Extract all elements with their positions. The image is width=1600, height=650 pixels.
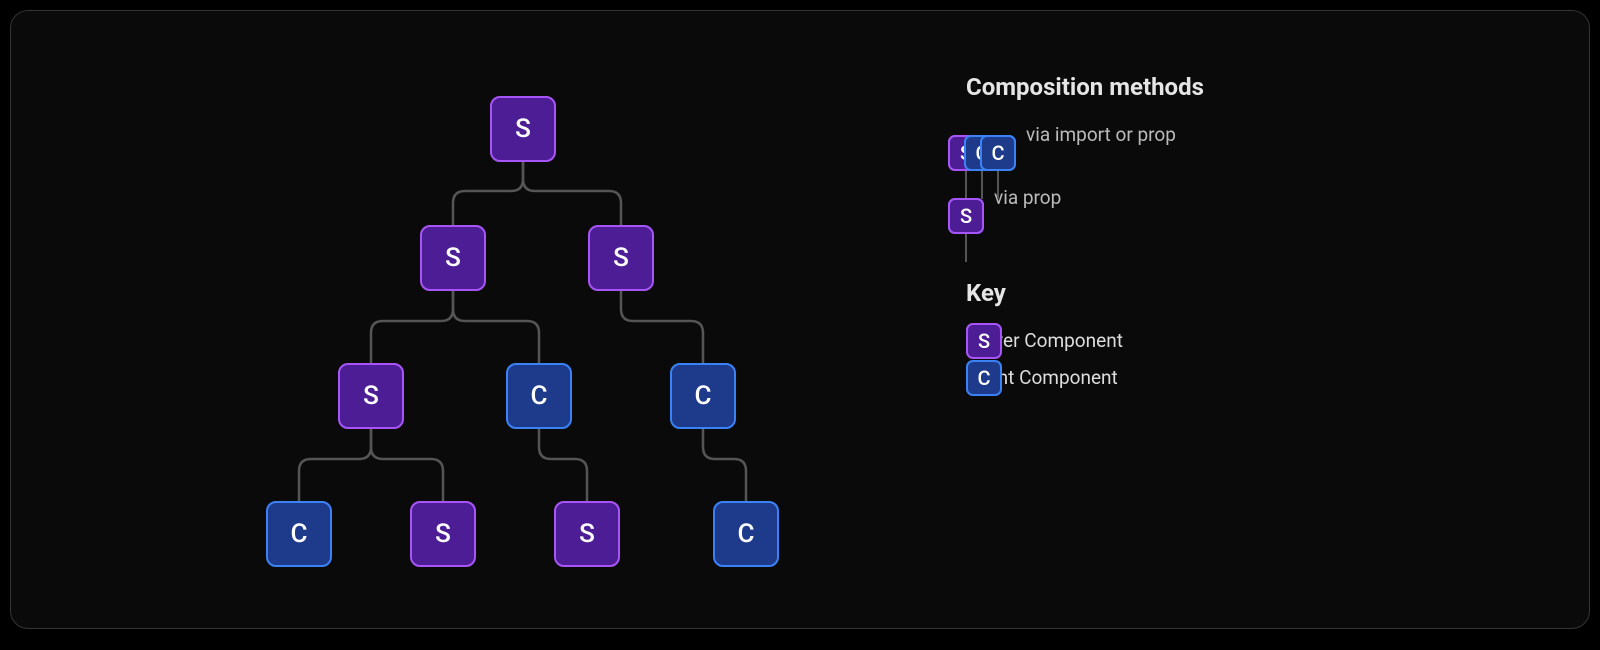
component-tree: S S S S C C C S S C — [11, 11, 961, 650]
tree-node-l3b: S — [410, 501, 476, 567]
connector — [997, 171, 999, 199]
tree-node-l2c: C — [670, 363, 736, 429]
node-label: C — [738, 519, 755, 549]
key-swatch-client: C — [966, 360, 1002, 396]
node-label: S — [435, 519, 451, 549]
node-label: C — [991, 141, 1004, 165]
composition-row-1: S S S C C C via import or prop — [966, 123, 1526, 146]
node-label: C — [695, 381, 712, 411]
diagram-frame: S S S S C C C S S C Composition methods … — [10, 10, 1590, 629]
tree-node-l3a: C — [266, 501, 332, 567]
caption-via-prop: via prop — [994, 186, 1061, 209]
node-label: S — [960, 204, 972, 228]
tree-node-root: S — [490, 96, 556, 162]
composition-row-2: C S via prop — [966, 186, 1526, 209]
tree-node-l1a: S — [420, 225, 486, 291]
tree-node-l2b: C — [506, 363, 572, 429]
caption-import-or-prop: via import or prop — [1026, 123, 1176, 146]
composition-heading: Composition methods — [966, 73, 1526, 101]
node-label: C — [291, 519, 308, 549]
node-label: S — [978, 329, 990, 353]
node-label: S — [445, 243, 461, 273]
node-label: S — [515, 114, 531, 144]
tree-node-l3c: S — [554, 501, 620, 567]
key-heading: Key — [966, 279, 1526, 307]
connector — [965, 171, 967, 199]
node-label: S — [579, 519, 595, 549]
key-section: Key S Server Component C Client Componen… — [966, 279, 1526, 389]
connector — [981, 171, 983, 199]
pair-node-bottom: C — [980, 135, 1016, 171]
pair-node-bottom: S — [948, 198, 984, 234]
connector — [965, 234, 967, 262]
node-label: C — [977, 366, 990, 390]
key-row-client: C Client Component — [966, 366, 1526, 389]
tree-node-l2a: S — [338, 363, 404, 429]
node-label: C — [531, 381, 548, 411]
tree-node-l3d: C — [713, 501, 779, 567]
tree-connectors — [11, 11, 961, 650]
tree-node-l1b: S — [588, 225, 654, 291]
node-label: S — [363, 381, 379, 411]
node-label: S — [613, 243, 629, 273]
key-swatch-server: S — [966, 323, 1002, 359]
key-row-server: S Server Component — [966, 329, 1526, 352]
info-column: Composition methods S S S C C C — [966, 73, 1526, 403]
